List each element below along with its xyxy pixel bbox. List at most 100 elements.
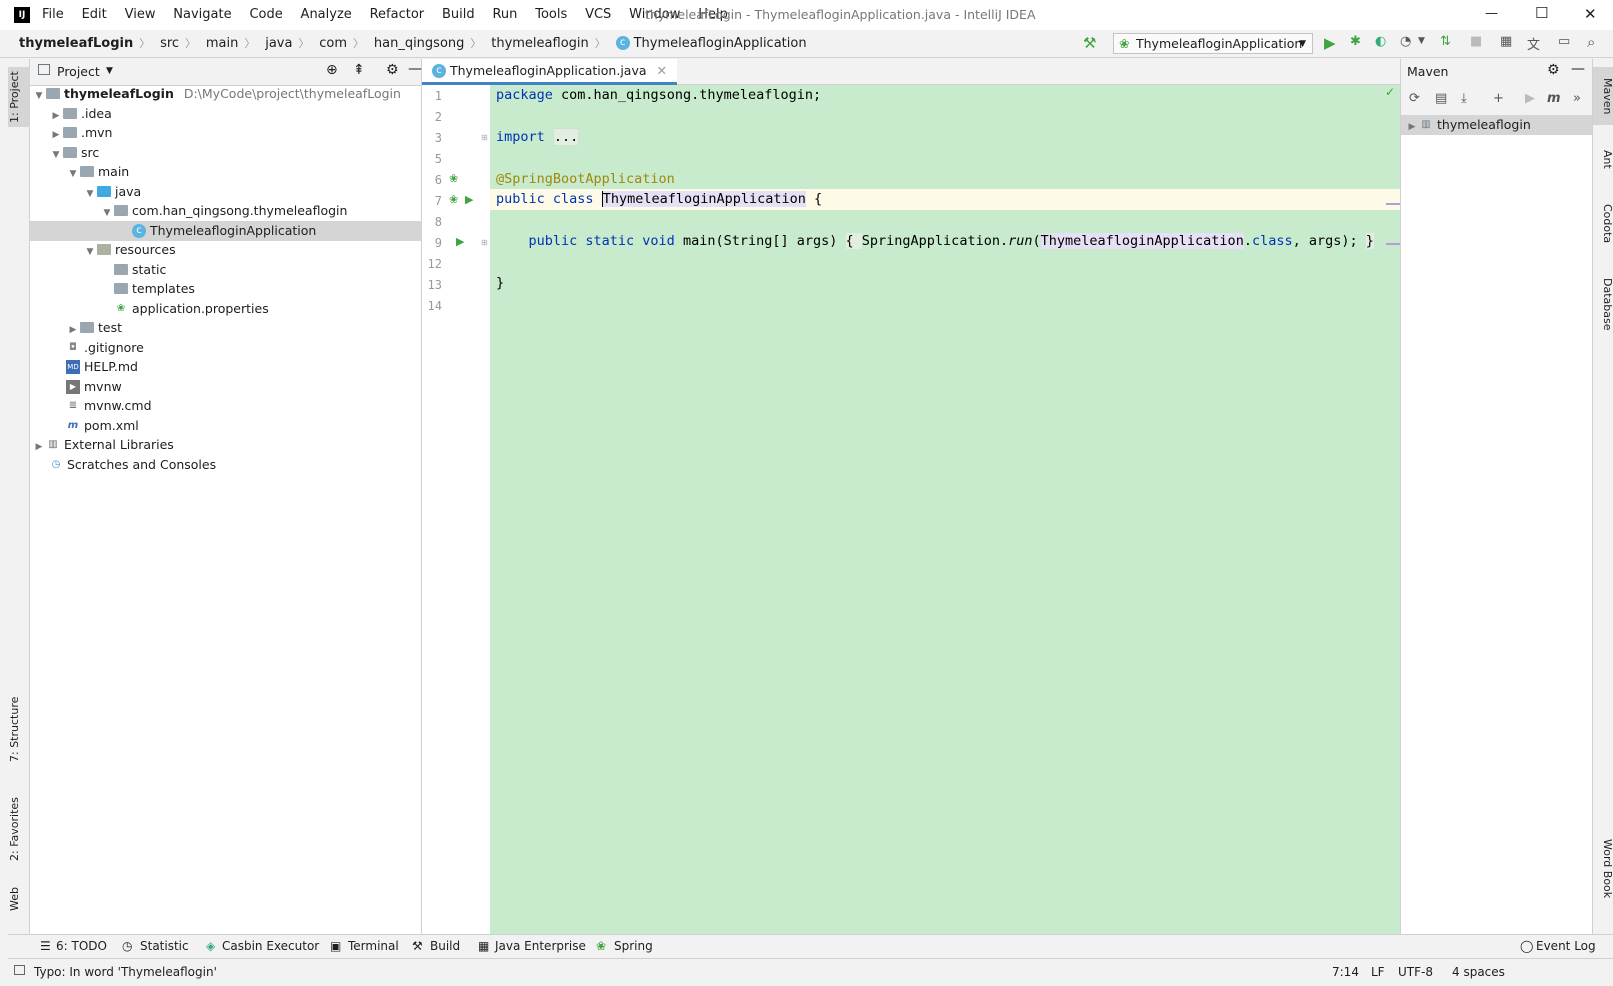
tab-web[interactable]: Web bbox=[8, 879, 30, 919]
presentation-icon[interactable]: ▭ bbox=[1558, 34, 1570, 49]
collapsed-arrow-icon[interactable]: ▶ bbox=[49, 125, 63, 145]
code-editor[interactable]: package com.han_qingsong.thymeleaflogin;… bbox=[490, 85, 1400, 934]
tree-item-test[interactable]: ▶ test bbox=[30, 318, 457, 338]
expanded-arrow-icon[interactable]: ▼ bbox=[66, 164, 80, 184]
fold-icon[interactable]: ⊞ bbox=[481, 133, 488, 142]
close-tab-icon[interactable]: ✕ bbox=[657, 63, 667, 78]
menu-file[interactable]: File bbox=[42, 7, 64, 22]
close-button[interactable]: ✕ bbox=[1584, 5, 1597, 23]
tab-build[interactable]: Build bbox=[430, 939, 460, 953]
hide-icon[interactable]: — bbox=[1571, 61, 1585, 77]
run-gutter-icon[interactable]: ▶ bbox=[465, 193, 473, 206]
tree-item-main[interactable]: ▼ main bbox=[30, 162, 457, 182]
expanded-arrow-icon[interactable]: ▼ bbox=[32, 86, 46, 106]
download-icon[interactable]: ⤓ bbox=[1461, 91, 1467, 106]
tree-item-src[interactable]: ▼ src bbox=[30, 143, 440, 163]
tab-codota[interactable]: Codota bbox=[1593, 194, 1613, 254]
tree-item-java[interactable]: ▼ java bbox=[30, 182, 474, 202]
debug-icon[interactable]: ✱ bbox=[1350, 34, 1361, 49]
maven-goal-icon[interactable]: m bbox=[1547, 91, 1561, 106]
run-config-select[interactable]: ❀ ThymeleafloginApplication ▼ bbox=[1113, 33, 1313, 54]
expanded-arrow-icon[interactable]: ▼ bbox=[83, 242, 97, 262]
caret-position[interactable]: 7:14 bbox=[1332, 965, 1359, 979]
fold-icon[interactable]: ⊞ bbox=[481, 238, 488, 247]
gear-icon[interactable]: ⚙ bbox=[1547, 62, 1560, 78]
tree-item-gitignore[interactable]: ◘ .gitignore bbox=[30, 338, 457, 358]
project-structure-icon[interactable]: ▦ bbox=[1500, 34, 1512, 49]
maximize-button[interactable]: ☐ bbox=[1535, 4, 1548, 22]
tab-event-log[interactable]: Event Log bbox=[1536, 939, 1596, 953]
chevron-down-icon[interactable]: ▼ bbox=[1418, 36, 1425, 46]
tab-maven[interactable]: Maven bbox=[1593, 67, 1613, 125]
breadcrumb-com[interactable]: com bbox=[319, 36, 347, 51]
tree-item-mvn[interactable]: ▶ .mvn bbox=[30, 123, 440, 143]
file-encoding[interactable]: UTF-8 bbox=[1398, 965, 1433, 979]
breadcrumb-han-qingsong[interactable]: han_qingsong bbox=[374, 36, 465, 51]
gear-icon[interactable]: ⚙ bbox=[386, 62, 399, 78]
editor-tab-active[interactable]: c ThymeleafloginApplication.java ✕ bbox=[422, 59, 677, 85]
locate-icon[interactable]: ⊕ bbox=[326, 62, 338, 78]
tree-item-idea[interactable]: ▶ .idea bbox=[30, 104, 440, 124]
add-icon[interactable]: + bbox=[1493, 91, 1504, 106]
tree-item-scratches[interactable]: ◷ Scratches and Consoles bbox=[30, 455, 440, 475]
tree-item-help-md[interactable]: MD HELP.md bbox=[30, 357, 457, 377]
menu-refactor[interactable]: Refactor bbox=[370, 7, 425, 22]
tree-item-external-libraries[interactable]: ▶ ▥ External Libraries bbox=[30, 435, 423, 455]
chevron-down-icon[interactable]: ▼ bbox=[106, 66, 113, 76]
menu-vcs[interactable]: VCS bbox=[585, 7, 611, 22]
menu-tools[interactable]: Tools bbox=[535, 7, 567, 22]
profile-icon[interactable]: ◔ bbox=[1400, 34, 1411, 49]
hide-icon[interactable]: — bbox=[408, 61, 422, 77]
tab-word-book[interactable]: Word Book bbox=[1593, 829, 1613, 909]
breadcrumb-src[interactable]: src bbox=[160, 36, 179, 51]
translate-icon[interactable]: 文 bbox=[1527, 34, 1540, 53]
tree-item-mvnw-cmd[interactable]: ≣ mvnw.cmd bbox=[30, 396, 457, 416]
menu-navigate[interactable]: Navigate bbox=[173, 7, 231, 22]
project-view-title[interactable]: Project bbox=[57, 64, 100, 79]
tab-database[interactable]: Database bbox=[1593, 269, 1613, 339]
menu-build[interactable]: Build bbox=[442, 7, 475, 22]
inspection-ok-icon[interactable]: ✓ bbox=[1385, 85, 1395, 99]
reload-icon[interactable]: ⟳ bbox=[1409, 91, 1420, 106]
run-gutter-icon[interactable]: ▶ bbox=[456, 235, 464, 248]
tree-root[interactable]: ▼ thymeleafLogin D:\MyCode\project\thymel… bbox=[30, 84, 423, 104]
line-separator[interactable]: LF bbox=[1371, 965, 1385, 979]
breadcrumb-thymeleaflogin[interactable]: thymeleaflogin bbox=[491, 36, 589, 51]
tab-terminal[interactable]: Terminal bbox=[348, 939, 399, 953]
tab-casbin-executor[interactable]: Casbin Executor bbox=[222, 939, 319, 953]
breadcrumb-class[interactable]: ThymeleafloginApplication bbox=[634, 36, 807, 51]
layout-icon[interactable] bbox=[14, 965, 25, 975]
tab-structure[interactable]: 7: Structure bbox=[8, 689, 30, 769]
tree-item-resources[interactable]: ▼ resources bbox=[30, 240, 474, 260]
run-icon[interactable]: ▶ bbox=[1324, 34, 1336, 52]
expanded-arrow-icon[interactable]: ▼ bbox=[100, 203, 114, 223]
more-icon[interactable]: » bbox=[1573, 91, 1581, 106]
menu-view[interactable]: View bbox=[125, 7, 156, 22]
maven-tree-root[interactable]: ▶ ▥ thymeleaflogin bbox=[1401, 115, 1592, 135]
tree-item-mvnw[interactable]: ▶ mvnw bbox=[30, 377, 457, 397]
tab-spring[interactable]: Spring bbox=[614, 939, 653, 953]
spring-bean-gutter-icon[interactable]: ❀ bbox=[449, 172, 458, 185]
tab-statistic[interactable]: Statistic bbox=[140, 939, 189, 953]
tab-todo[interactable]: 6: TODO bbox=[56, 939, 107, 953]
minimize-button[interactable]: — bbox=[1485, 6, 1498, 21]
run-maven-icon[interactable]: ▶ bbox=[1525, 91, 1535, 106]
collapsed-arrow-icon[interactable]: ▶ bbox=[32, 437, 46, 457]
stop-icon[interactable]: ■ bbox=[1470, 34, 1482, 49]
attach-debugger-icon[interactable]: ⇅ bbox=[1440, 34, 1451, 49]
menu-edit[interactable]: Edit bbox=[82, 7, 107, 22]
coverage-icon[interactable]: ◐ bbox=[1375, 34, 1386, 49]
generate-sources-icon[interactable]: ▤ bbox=[1435, 91, 1447, 106]
menu-run[interactable]: Run bbox=[492, 7, 517, 22]
tree-item-pom-xml[interactable]: m pom.xml bbox=[30, 416, 457, 436]
breadcrumb-main[interactable]: main bbox=[206, 36, 238, 51]
indent-setting[interactable]: 4 spaces bbox=[1452, 965, 1505, 979]
search-icon[interactable]: ⌕ bbox=[1587, 33, 1595, 51]
spring-bean-gutter-icon[interactable]: ❀ bbox=[449, 193, 458, 206]
breadcrumb-project[interactable]: thymeleafLogin bbox=[19, 36, 133, 51]
menu-code[interactable]: Code bbox=[249, 7, 282, 22]
collapse-all-icon[interactable]: ⇞ bbox=[353, 62, 365, 78]
tab-java-enterprise[interactable]: Java Enterprise bbox=[495, 939, 586, 953]
tab-favorites[interactable]: 2: Favorites bbox=[8, 789, 30, 869]
tab-project[interactable]: 1: Project bbox=[8, 67, 30, 127]
